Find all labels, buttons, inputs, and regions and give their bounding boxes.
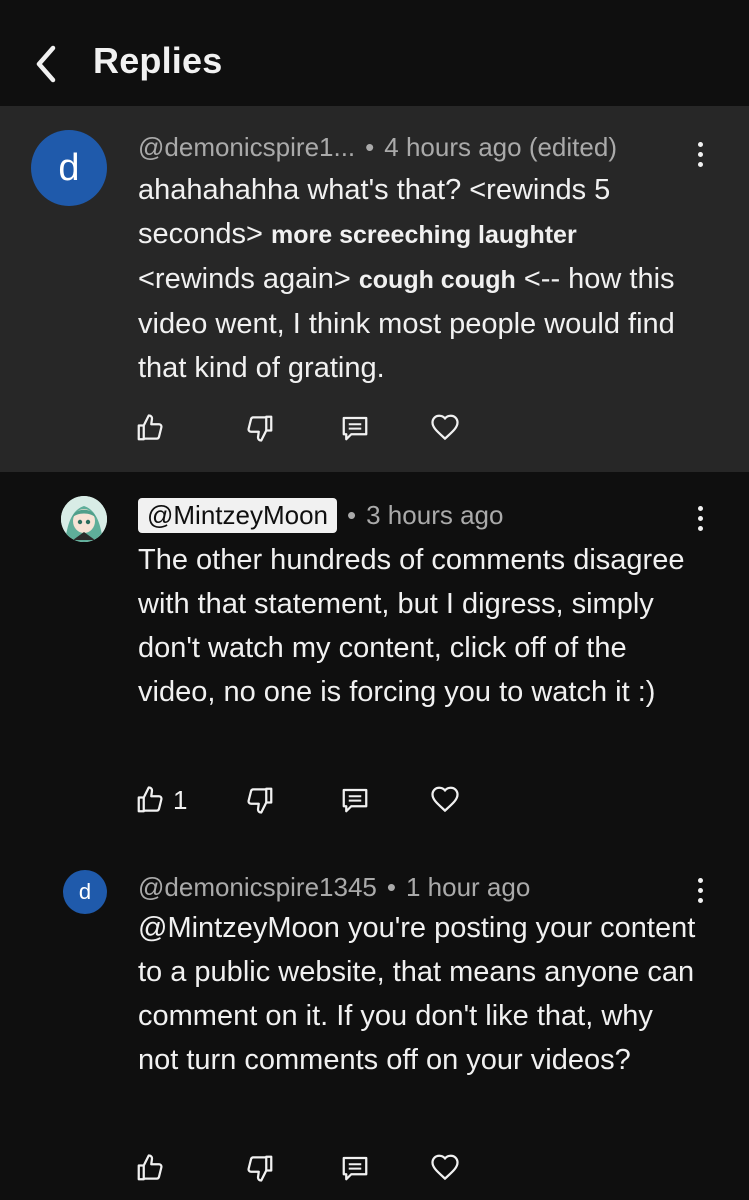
anime-avatar-icon [61, 496, 107, 542]
meta-separator: • [386, 872, 396, 902]
comment-author[interactable]: @demonicspire1345 [138, 872, 377, 903]
avatar[interactable]: d [63, 870, 107, 914]
heart-icon [431, 414, 459, 441]
comment-actions: 1 [0, 780, 749, 820]
dislike-button[interactable] [245, 408, 275, 448]
more-dot-icon [697, 877, 703, 883]
more-dot-icon [697, 887, 703, 893]
reply-button[interactable] [340, 408, 370, 448]
comment-time: 3 hours ago [366, 500, 504, 530]
more-options-button[interactable] [687, 870, 713, 910]
text-segment: <rewinds again> [138, 263, 359, 295]
avatar-letter: d [78, 879, 92, 904]
more-dot-icon [697, 151, 703, 157]
more-options-button[interactable] [687, 134, 713, 174]
comment-actions [0, 1148, 749, 1188]
reply-button[interactable] [340, 1148, 370, 1188]
comment-time: 4 hours ago (edited) [384, 132, 617, 162]
back-button[interactable] [28, 42, 64, 86]
comment-reply: d @demonicspire1345 • 1 hour ago @Mintze… [0, 840, 749, 1200]
heart-button[interactable] [430, 780, 460, 820]
reply-comment-icon [342, 788, 368, 813]
comment-reply: @MintzeyMoon • 3 hours ago The other hun… [0, 472, 749, 840]
heart-button[interactable] [430, 408, 460, 448]
more-dot-icon [697, 141, 703, 147]
more-dot-icon [697, 515, 703, 521]
text-bold-segment: more screeching laughter [271, 221, 577, 249]
thumbs-up-icon [137, 414, 163, 441]
like-button[interactable] [135, 1148, 165, 1188]
comment-author[interactable]: @demonicspire1... [138, 132, 355, 163]
meta-separator: • [347, 500, 357, 530]
more-dot-icon [697, 505, 703, 511]
like-button[interactable]: 1 [135, 780, 187, 820]
reply-comment-icon [342, 416, 368, 441]
dislike-button[interactable] [245, 780, 275, 820]
thumbs-up-icon [137, 1154, 163, 1181]
more-dot-icon [697, 897, 703, 903]
comment-highlighted: d @demonicspire1... • 4 hours ago (edite… [0, 106, 749, 472]
header: Replies [0, 0, 749, 106]
comment-meta: @demonicspire1345 • 1 hour ago [138, 872, 530, 903]
thumbs-down-icon [247, 787, 273, 814]
comment-text: ahahahahha what's that? <rewinds 5 secon… [138, 168, 698, 390]
comment-text: The other hundreds of comments disagree … [138, 544, 685, 708]
avatar-letter: d [58, 146, 80, 189]
heart-button[interactable] [430, 1148, 460, 1188]
heart-icon [431, 786, 459, 813]
heart-icon [431, 1154, 459, 1181]
like-button[interactable] [135, 408, 165, 448]
thumbs-down-icon [247, 1155, 273, 1182]
dislike-button[interactable] [245, 1148, 275, 1188]
avatar[interactable] [61, 496, 107, 542]
meta-separator: • [365, 132, 375, 162]
reply-comment-icon [342, 1156, 368, 1181]
comment-time: 1 hour ago [405, 872, 531, 902]
thumbs-up-icon [137, 786, 163, 813]
thumbs-down-icon [247, 415, 273, 442]
comment-text: @MintzeyMoon you're posting your content… [138, 912, 696, 1076]
page-title: Replies [93, 40, 223, 81]
creator-handle-chip[interactable]: @MintzeyMoon [138, 498, 338, 533]
more-dot-icon [697, 525, 703, 531]
reply-button[interactable] [340, 780, 370, 820]
chevron-left-icon [36, 45, 56, 83]
more-dot-icon [697, 161, 703, 167]
avatar[interactable]: d [31, 130, 107, 206]
comment-meta: @MintzeyMoon • 3 hours ago [138, 498, 503, 533]
more-options-button[interactable] [687, 498, 713, 538]
comment-meta: @demonicspire1... • 4 hours ago (edited) [138, 132, 617, 163]
text-bold-segment: cough cough [358, 266, 516, 294]
comment-actions [0, 408, 749, 448]
like-count: 1 [173, 784, 188, 815]
